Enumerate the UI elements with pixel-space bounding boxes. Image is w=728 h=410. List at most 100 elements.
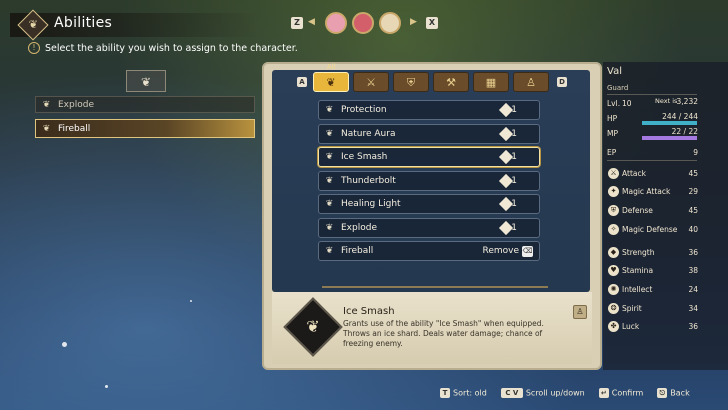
hammer-icon: ⚒ bbox=[446, 76, 456, 89]
ability-cost: 1 bbox=[511, 152, 517, 162]
ability-name: Protection bbox=[341, 105, 387, 115]
magic-attack-icon: ✦ bbox=[608, 186, 619, 197]
sort-key: T bbox=[440, 388, 450, 398]
ep-label: EP bbox=[607, 148, 617, 157]
description-text: Grants use of the ability "Ice Smash" wh… bbox=[343, 319, 544, 348]
ability-row[interactable]: ❦ Nature Aura 1 bbox=[318, 124, 540, 144]
seed-icon: ❦ bbox=[42, 100, 51, 110]
slot-explode[interactable]: ❦ Explode bbox=[35, 96, 255, 113]
shield-icon: ⛨ bbox=[406, 76, 416, 89]
ability-cost: 1 bbox=[511, 199, 517, 209]
stat-label: Stamina bbox=[622, 266, 654, 275]
stat-value: 36 bbox=[688, 322, 698, 331]
character-name: Val bbox=[607, 66, 622, 77]
description-title: Ice Smash bbox=[343, 306, 395, 317]
portrait-pink-haired[interactable] bbox=[325, 12, 347, 34]
seed-icon: ❦ bbox=[42, 124, 51, 134]
tab-items[interactable]: ▦ bbox=[473, 72, 509, 92]
stat-label: Intellect bbox=[622, 285, 653, 294]
info-icon: ! bbox=[28, 42, 40, 54]
ability-row-selected[interactable]: ❦ Ice Smash 1 bbox=[318, 147, 540, 167]
confirm-label: Confirm bbox=[611, 388, 644, 398]
slot-fireball[interactable]: ❦ Fireball bbox=[35, 119, 255, 138]
stat-value: 40 bbox=[688, 225, 698, 234]
ability-name: Fireball bbox=[341, 246, 374, 256]
portrait-cat[interactable] bbox=[379, 12, 401, 34]
confirm-key-icon: ↵ bbox=[598, 388, 609, 398]
next-value: 3,232 bbox=[676, 97, 698, 106]
divider bbox=[607, 160, 697, 161]
ability-row[interactable]: ❦ Explode 1 bbox=[318, 218, 540, 238]
ability-cost: 1 bbox=[511, 105, 517, 115]
seed-icon: ❦ bbox=[325, 223, 334, 233]
prev-character-key[interactable]: Z bbox=[291, 17, 303, 29]
level-value: 10 bbox=[622, 99, 632, 108]
ability-row[interactable]: ❦ Thunderbolt 1 bbox=[318, 171, 540, 191]
portrait-red-haired[interactable] bbox=[352, 12, 374, 34]
character-icon: ♙ bbox=[526, 76, 536, 89]
spirit-icon: ❂ bbox=[608, 303, 619, 314]
ability-cost: 1 bbox=[511, 129, 517, 139]
next-character-key[interactable]: X bbox=[426, 17, 438, 29]
tab-right-key[interactable]: D bbox=[557, 77, 567, 87]
scroll-control[interactable]: C V Scroll up/down bbox=[500, 388, 585, 402]
sparkle bbox=[105, 385, 108, 388]
back-label: Back bbox=[670, 388, 690, 398]
next-label: Next is bbox=[655, 97, 678, 105]
stat-label: Magic Attack bbox=[622, 187, 671, 196]
tab-all[interactable]: ❦ bbox=[313, 72, 349, 92]
defense-icon: ⛨ bbox=[608, 205, 619, 216]
ability-row[interactable]: ❦ Protection 1 bbox=[318, 100, 540, 120]
hp-value: 244 / 244 bbox=[662, 112, 698, 121]
slot-label: Explode bbox=[58, 100, 94, 110]
tab-weapons[interactable]: ⚔ bbox=[353, 72, 389, 92]
stat-label: Spirit bbox=[622, 304, 642, 313]
stat-value: 34 bbox=[688, 304, 698, 313]
seed-icon: ❦ bbox=[326, 76, 336, 89]
divider bbox=[607, 94, 697, 95]
instruction: ! Select the ability you wish to assign … bbox=[28, 42, 298, 54]
stat-label: Strength bbox=[622, 248, 655, 257]
mp-value: 22 / 22 bbox=[671, 127, 698, 136]
sword-icon: ⚔ bbox=[366, 76, 376, 89]
stat-value: 38 bbox=[688, 266, 698, 275]
ability-row[interactable]: ❦ Healing Light 1 bbox=[318, 194, 540, 214]
stat-value: 45 bbox=[688, 206, 698, 215]
seed-icon: ❦ bbox=[325, 246, 334, 256]
ability-name: Thunderbolt bbox=[341, 176, 396, 186]
ability-name: Nature Aura bbox=[341, 129, 396, 139]
stat-value: 29 bbox=[688, 187, 698, 196]
sparkle bbox=[190, 300, 192, 302]
mp-label: MP bbox=[607, 129, 618, 138]
seed-icon: ❦ bbox=[325, 105, 334, 115]
footer-controls: T Sort: old C V Scroll up/down ↵ Confirm ⎋ B… bbox=[440, 388, 690, 402]
grid-icon: ▦ bbox=[485, 76, 497, 89]
back-control[interactable]: ⎋ Back bbox=[657, 388, 690, 402]
ability-cost: 1 bbox=[511, 223, 517, 233]
chevron-left-icon[interactable]: ◀ bbox=[308, 17, 315, 27]
stat-label: Magic Defense bbox=[622, 225, 678, 234]
sort-label: Sort: old bbox=[453, 388, 487, 398]
tab-tools[interactable]: ⚒ bbox=[433, 72, 469, 92]
hp-bar bbox=[642, 121, 697, 125]
scroll-label: Scroll up/down bbox=[525, 388, 585, 398]
mp-bar-fill bbox=[642, 136, 697, 140]
list-divider bbox=[322, 286, 548, 288]
ability-cost: 1 bbox=[511, 176, 517, 186]
sparkle bbox=[62, 342, 67, 347]
stat-value: 24 bbox=[688, 285, 698, 294]
sort-control[interactable]: T Sort: old bbox=[440, 388, 487, 402]
ability-row[interactable]: ❦ Fireball Remove ⌫ bbox=[318, 241, 540, 261]
character-badge-icon: ♙ bbox=[573, 305, 587, 319]
tab-left-key[interactable]: A bbox=[297, 77, 307, 87]
tab-character[interactable]: ♙ bbox=[513, 72, 549, 92]
ability-name: Explode bbox=[341, 223, 377, 233]
ability-name: Ice Smash bbox=[341, 152, 388, 162]
seed-icon: ❦ bbox=[325, 199, 334, 209]
tab-armor[interactable]: ⛨ bbox=[393, 72, 429, 92]
remove-key-icon[interactable]: ⌫ bbox=[522, 246, 533, 257]
strength-icon: ◆ bbox=[608, 247, 619, 258]
chevron-right-icon[interactable]: ▶ bbox=[410, 17, 417, 27]
magic-defense-icon: ✧ bbox=[608, 224, 619, 235]
confirm-control[interactable]: ↵ Confirm bbox=[598, 388, 644, 402]
